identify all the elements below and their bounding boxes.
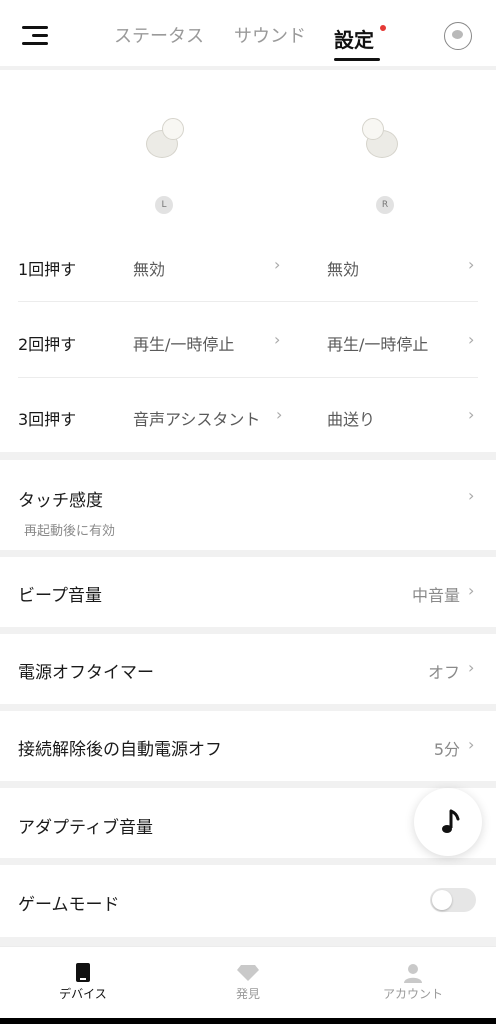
press-once-left-value[interactable]: 無効 [133, 256, 165, 280]
nav-label-discover: 発見 [235, 987, 260, 1001]
chevron-right-icon: › [468, 581, 475, 600]
press-once-right-value[interactable]: 無効 [327, 256, 359, 280]
nav-item-discover[interactable]: 発見 [188, 947, 308, 1019]
person-icon [404, 964, 422, 983]
active-tab-underline [334, 58, 380, 61]
nav-item-device[interactable]: デバイス [23, 947, 143, 1019]
touch-sensitivity-title: タッチ感度 [18, 491, 103, 511]
left-earbud-icon [142, 116, 194, 168]
app-header: ステータス サウンド 設定 [0, 0, 496, 66]
system-bar [0, 1018, 496, 1024]
power-off-timer-row[interactable]: 電源オフタイマー オフ › [0, 634, 496, 704]
game-mode-toggle[interactable] [430, 888, 476, 912]
nav-label-device: デバイス [59, 987, 107, 1001]
auto-power-off-value: 5分 [433, 740, 460, 759]
left-badge: L [155, 196, 173, 214]
diamond-icon [237, 965, 259, 981]
bottom-navigation: デバイス 発見 アカウント [0, 946, 496, 1019]
auto-power-off-row[interactable]: 接続解除後の自動電源オフ 5分 › [0, 711, 496, 781]
tab-status[interactable]: ステータス [114, 22, 204, 48]
chevron-right-icon[interactable]: › [276, 405, 282, 424]
chevron-right-icon[interactable]: › [274, 330, 280, 349]
right-badge: R [376, 196, 394, 214]
device-icon [76, 963, 90, 982]
touch-sensitivity-row[interactable]: タッチ感度 再起動後に有効 › [0, 460, 496, 550]
beep-volume-title: ビープ音量 [18, 586, 102, 606]
music-player-button[interactable] [414, 788, 482, 856]
press-twice-right-value[interactable]: 再生/一時停止 [327, 331, 428, 355]
touch-sensitivity-subtitle: 再起動後に有効 [24, 524, 116, 539]
chevron-right-icon[interactable]: › [468, 255, 474, 274]
press-three-right-value[interactable]: 曲送り [327, 406, 375, 430]
chevron-right-icon: › [468, 658, 475, 677]
device-avatar-icon[interactable] [444, 22, 472, 50]
chevron-right-icon[interactable]: › [468, 405, 474, 424]
auto-power-off-title: 接続解除後の自動電源オフ [18, 740, 222, 760]
press-once-label: 1回押す [18, 260, 77, 279]
chevron-right-icon[interactable]: › [468, 330, 474, 349]
touch-controls-card: L R 1回押す 無効 › 無効 › 2回押す 再生/一時停止 › 再生/一時停… [0, 70, 496, 452]
divider [18, 377, 478, 378]
divider [18, 301, 478, 302]
chevron-right-icon: › [468, 735, 475, 754]
press-three-label: 3回押す [18, 410, 77, 429]
beep-volume-value: 中音量 [411, 586, 460, 605]
notification-dot [380, 25, 386, 31]
adaptive-volume-title: アダプティブ音量 [18, 818, 153, 838]
toggle-knob [432, 890, 452, 910]
press-twice-label: 2回押す [18, 335, 77, 354]
right-earbud-icon [352, 116, 404, 168]
tab-sound[interactable]: サウンド [234, 22, 306, 48]
nav-label-account: アカウント [382, 987, 443, 1001]
chevron-right-icon: › [468, 486, 475, 505]
tab-settings[interactable]: 設定 [334, 24, 374, 53]
press-three-left-value[interactable]: 音声アシスタント [133, 406, 260, 430]
beep-volume-row[interactable]: ビープ音量 中音量 › [0, 557, 496, 627]
music-note-icon [442, 809, 460, 833]
game-mode-row: ゲームモード [0, 865, 496, 937]
chevron-right-icon[interactable]: › [274, 255, 280, 274]
power-off-timer-title: 電源オフタイマー [18, 663, 154, 683]
game-mode-title: ゲームモード [18, 895, 120, 915]
power-off-timer-value: オフ [427, 663, 460, 682]
nav-item-account[interactable]: アカウント [353, 947, 473, 1019]
press-twice-left-value[interactable]: 再生/一時停止 [133, 331, 234, 355]
menu-icon[interactable] [22, 24, 50, 48]
